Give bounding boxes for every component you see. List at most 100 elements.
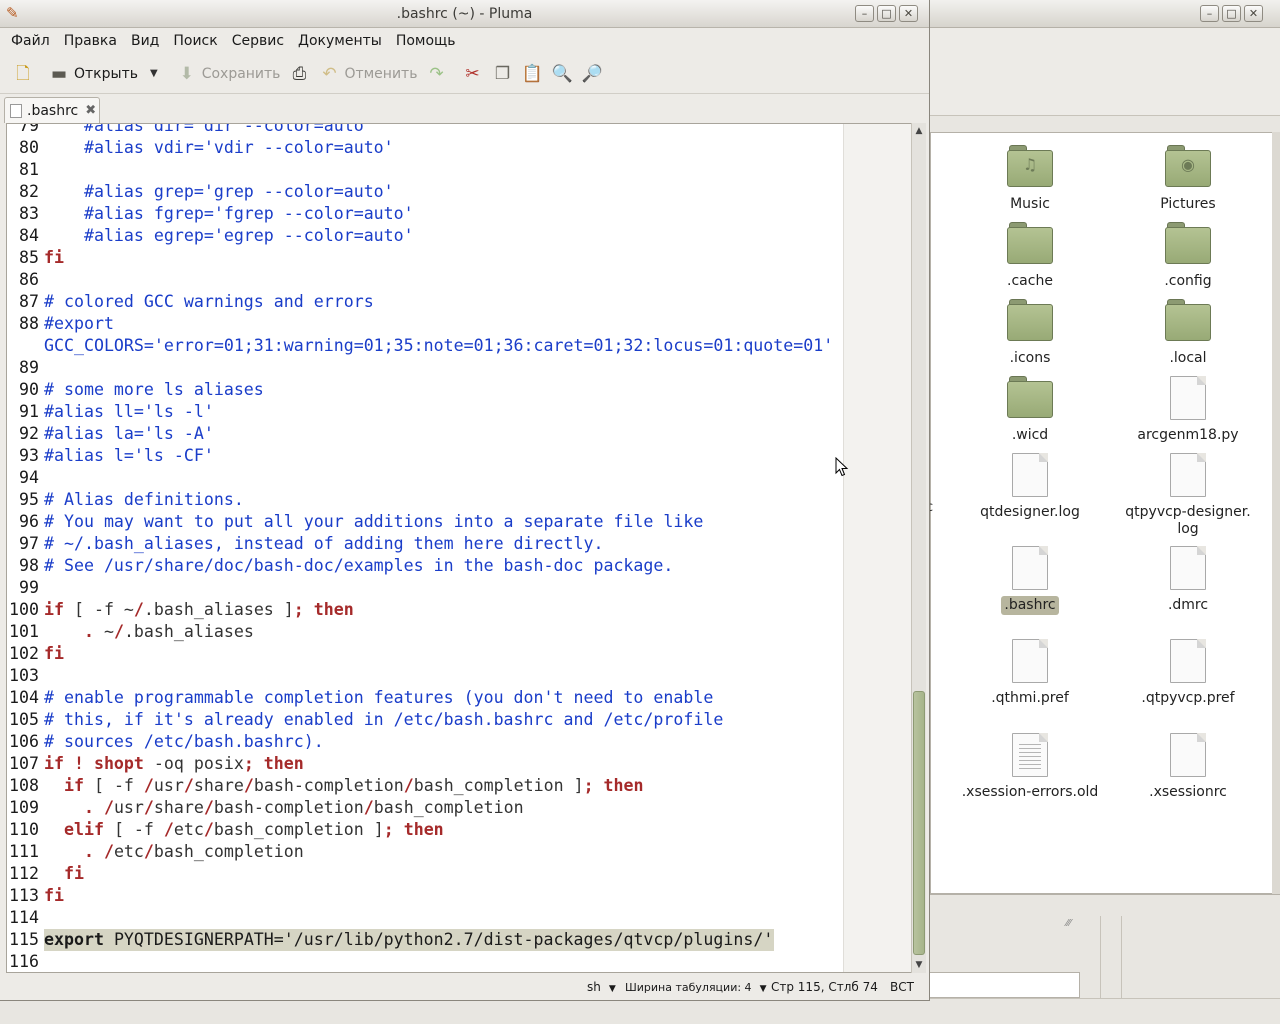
language-label: sh — [587, 980, 601, 994]
code-line[interactable]: 81 — [7, 159, 911, 181]
language-selector[interactable]: sh ▼ — [587, 975, 616, 1001]
code-line[interactable]: 112 fi — [7, 863, 911, 885]
close-button[interactable]: ✕ — [899, 5, 918, 22]
minimize-button[interactable]: – — [855, 5, 874, 22]
menu-help[interactable]: Помощь — [389, 29, 463, 53]
undo-button[interactable]: ↶ Отменить — [314, 58, 421, 90]
code-line[interactable]: 100 if [ -f ~/.bash_aliases ]; then — [7, 599, 911, 621]
code-line[interactable]: 84 #alias egrep='egrep --color=auto' — [7, 225, 911, 247]
code-line[interactable]: 105 # this, if it's already enabled in /e… — [7, 709, 911, 731]
code-line[interactable]: 102 fi — [7, 643, 911, 665]
code-line[interactable]: 111 . /etc/bash_completion — [7, 841, 911, 863]
code-line[interactable]: 87 # colored GCC warnings and errors — [7, 291, 911, 313]
file-item[interactable]: qtdesigner.log — [955, 453, 1105, 522]
close-button[interactable]: ✕ — [1244, 5, 1263, 22]
location-field[interactable] — [930, 972, 1080, 998]
code-line[interactable]: 113 fi — [7, 885, 911, 907]
code-line[interactable]: 103 — [7, 665, 911, 687]
file-item[interactable]: ♫ Music — [955, 145, 1105, 214]
cut-button[interactable]: ✂ — [457, 58, 487, 90]
code-line[interactable]: 116 — [7, 951, 911, 972]
file-item[interactable]: arcgenm18.py — [1113, 376, 1263, 445]
file-item[interactable]: .bashrc — [955, 546, 1105, 615]
code-line[interactable]: 94 — [7, 467, 911, 489]
file-item[interactable]: .icons — [955, 299, 1105, 368]
file-item[interactable]: .config — [1113, 222, 1263, 291]
code-line[interactable]: 93 #alias l='ls -CF' — [7, 445, 911, 467]
code-line[interactable]: 86 — [7, 269, 911, 291]
code-line[interactable]: 85 fi — [7, 247, 911, 269]
code-line[interactable]: 107 if ! shopt -oq posix; then — [7, 753, 911, 775]
code-line[interactable]: 96 # You may want to put all your additio… — [7, 511, 911, 533]
code-line[interactable]: 88 #export — [7, 313, 911, 335]
file-item[interactable]: .qtpyvcp.pref — [1113, 639, 1263, 708]
file-item[interactable]: .xsession-errors.old — [955, 733, 1105, 802]
print-button[interactable]: ⎙ — [284, 58, 314, 90]
replace-button[interactable]: 🔎 — [577, 58, 607, 90]
code-line[interactable]: 104 # enable programmable completion feat… — [7, 687, 911, 709]
find-button[interactable]: 🔍 — [547, 58, 577, 90]
code-line[interactable]: 106 # sources /etc/bash.bashrc). — [7, 731, 911, 753]
resize-grip-icon[interactable]: ⁄⁄⁄ — [1066, 918, 1080, 930]
maximize-button[interactable]: □ — [1222, 5, 1241, 22]
line-number: 109 — [9, 798, 39, 817]
open-button[interactable]: ▬ Открыть ▼ — [44, 58, 162, 90]
code-line[interactable]: 110 elif [ -f /etc/bash_completion ]; th… — [7, 819, 911, 841]
file-manager-icon-view[interactable]: ♫ Music ◉ Pictures .cache .config .icons .local… — [930, 132, 1274, 894]
code-line[interactable]: GCC_COLORS='error=01;31:warning=01;35:no… — [7, 335, 911, 357]
text-editor-area[interactable]: 79 #alias dir='dir --color=auto' 80 #alia… — [6, 123, 912, 973]
file-item[interactable]: .xsessionrc — [1113, 733, 1263, 802]
menu-tools[interactable]: Сервис — [225, 29, 291, 53]
chevron-down-icon[interactable]: ▼ — [150, 68, 158, 79]
scroll-down-arrow-icon[interactable]: ▼ — [912, 957, 926, 973]
new-button[interactable]: 🗋 — [8, 58, 38, 90]
code-line[interactable]: 109 . /usr/share/bash-completion/bash_co… — [7, 797, 911, 819]
editor-scrollbar[interactable]: ▲ ▼ — [911, 123, 926, 973]
code-line[interactable]: 90 # some more ls aliases — [7, 379, 911, 401]
file-item[interactable]: .qthmi.pref — [955, 639, 1105, 708]
file-manager-scrollbar[interactable] — [1272, 132, 1280, 894]
paste-button[interactable]: 📋 — [517, 58, 547, 90]
menu-documents[interactable]: Документы — [291, 29, 389, 53]
code-line[interactable]: 97 # ~/.bash_aliases, instead of adding t… — [7, 533, 911, 555]
file-item[interactable]: ◉ Pictures — [1113, 145, 1263, 214]
file-item[interactable]: .local — [1113, 299, 1263, 368]
scrollbar-thumb[interactable] — [913, 691, 925, 955]
code-line[interactable]: 79 #alias dir='dir --color=auto' — [7, 124, 911, 137]
current-line[interactable]: 115 export PYQTDESIGNERPATH='/usr/lib/pyt… — [7, 929, 911, 951]
code-view[interactable]: 79 #alias dir='dir --color=auto' 80 #alia… — [7, 124, 911, 972]
menu-edit[interactable]: Правка — [57, 29, 124, 53]
pluma-titlebar[interactable]: .bashrc (~) - Pluma ✎ – □ ✕ — [0, 0, 929, 28]
code-line[interactable]: 95 # Alias definitions. — [7, 489, 911, 511]
file-manager-titlebar[interactable]: – □ ✕ — [930, 0, 1280, 28]
file-item[interactable]: .cache — [955, 222, 1105, 291]
file-item[interactable]: qtpyvcp-designer. log — [1113, 453, 1263, 539]
token: / — [143, 776, 154, 795]
code-line[interactable]: 82 #alias grep='grep --color=auto' — [7, 181, 911, 203]
save-button[interactable]: ⬇ Сохранить — [172, 58, 285, 90]
file-item[interactable]: .dmrc — [1113, 546, 1263, 615]
code-line[interactable]: 108 if [ -f /usr/share/bash-completion/b… — [7, 775, 911, 797]
tab-bashrc[interactable]: .bashrc ✖ — [4, 97, 100, 123]
code-line[interactable]: 114 — [7, 907, 911, 929]
line-text: #export — [44, 313, 114, 335]
copy-button[interactable]: ❐ — [487, 58, 517, 90]
menu-search[interactable]: Поиск — [166, 29, 224, 53]
maximize-button[interactable]: □ — [877, 5, 896, 22]
code-line[interactable]: 80 #alias vdir='vdir --color=auto' — [7, 137, 911, 159]
code-line[interactable]: 99 — [7, 577, 911, 599]
code-line[interactable]: 91 #alias ll='ls -l' — [7, 401, 911, 423]
minimize-button[interactable]: – — [1200, 5, 1219, 22]
menu-file[interactable]: Файл — [4, 29, 57, 53]
redo-button[interactable]: ↷ — [421, 58, 451, 90]
menu-view[interactable]: Вид — [124, 29, 166, 53]
tab-width-selector[interactable]: Ширина табуляции: 4 ▼ — [625, 975, 766, 1001]
code-line[interactable]: 89 — [7, 357, 911, 379]
code-line[interactable]: 83 #alias fgrep='fgrep --color=auto' — [7, 203, 911, 225]
code-line[interactable]: 98 # See /usr/share/doc/bash-doc/examples… — [7, 555, 911, 577]
close-icon[interactable]: ✖ — [85, 103, 96, 118]
file-item[interactable]: .wicd — [955, 376, 1105, 445]
scroll-up-arrow-icon[interactable]: ▲ — [912, 123, 926, 139]
code-line[interactable]: 101 . ~/.bash_aliases — [7, 621, 911, 643]
code-line[interactable]: 92 #alias la='ls -A' — [7, 423, 911, 445]
